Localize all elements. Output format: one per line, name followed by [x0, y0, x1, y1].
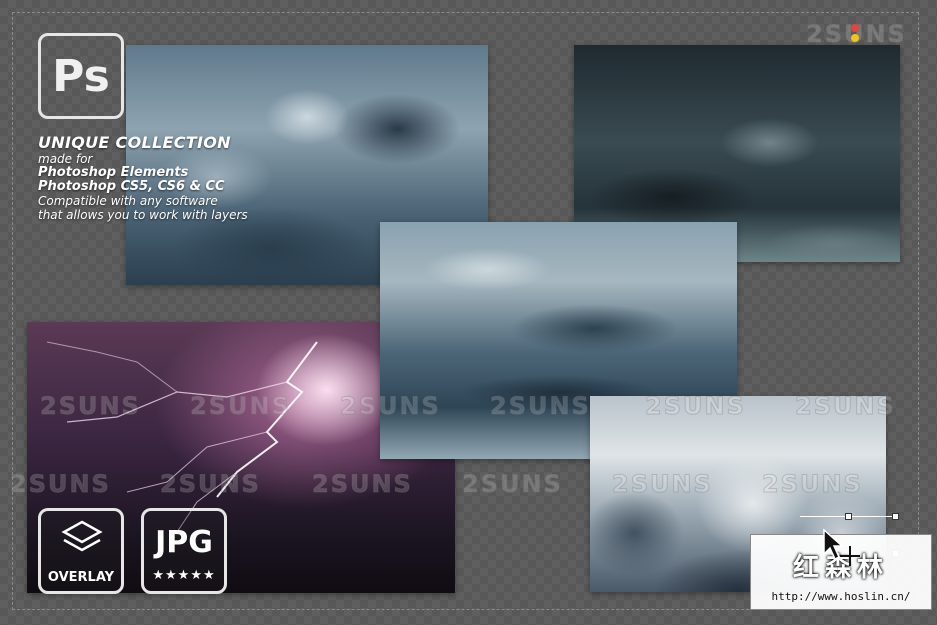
watermark: 2SUNS [10, 470, 111, 499]
site-url: http://www.hoslin.cn/ [771, 590, 911, 603]
photoshop-logo: Ps [38, 33, 124, 119]
selection-handle[interactable] [845, 513, 852, 520]
cursor-icon [823, 528, 860, 566]
watermark: 2SUNS [160, 470, 261, 499]
watermark: 2SUNS [645, 392, 746, 421]
photoshop-logo-text: Ps [52, 50, 110, 102]
product-line-2: Photoshop CS5, CS6 & CC [38, 179, 225, 194]
watermark: 2SUNS [762, 470, 863, 499]
watermark-dot [851, 34, 859, 42]
star-rating: ★★★★★ [152, 568, 216, 583]
watermark: 2SUNS [490, 392, 591, 421]
jpg-label: JPG [155, 525, 213, 560]
watermark: 2SUNS [312, 470, 413, 499]
selection-handle[interactable] [892, 513, 899, 520]
compat-line-2: that allows you to work with layers [38, 208, 248, 222]
layers-icon [61, 520, 103, 552]
move-icon [840, 546, 860, 566]
watermark: 2SUNS [340, 392, 441, 421]
watermark-dot [851, 24, 859, 32]
overlay-badge: OVERLAY [38, 508, 124, 594]
watermark: 2SUNS [190, 392, 291, 421]
watermark: 2SUNS [612, 470, 713, 499]
watermark: 2SUNS [462, 470, 563, 499]
overlay-caption: OVERLAY [47, 570, 115, 585]
made-for-text: made for [38, 152, 93, 166]
compat-line-1: Compatible with any software [38, 194, 218, 208]
collection-heading: UNIQUE COLLECTION [38, 133, 231, 152]
product-info: UNIQUE COLLECTION made for Photoshop Ele… [38, 133, 248, 222]
product-line-1: Photoshop Elements [38, 165, 189, 180]
watermark: 2SUNS [40, 392, 141, 421]
watermark: 2SUNS [795, 392, 896, 421]
jpg-badge: JPG ★★★★★ [141, 508, 227, 594]
